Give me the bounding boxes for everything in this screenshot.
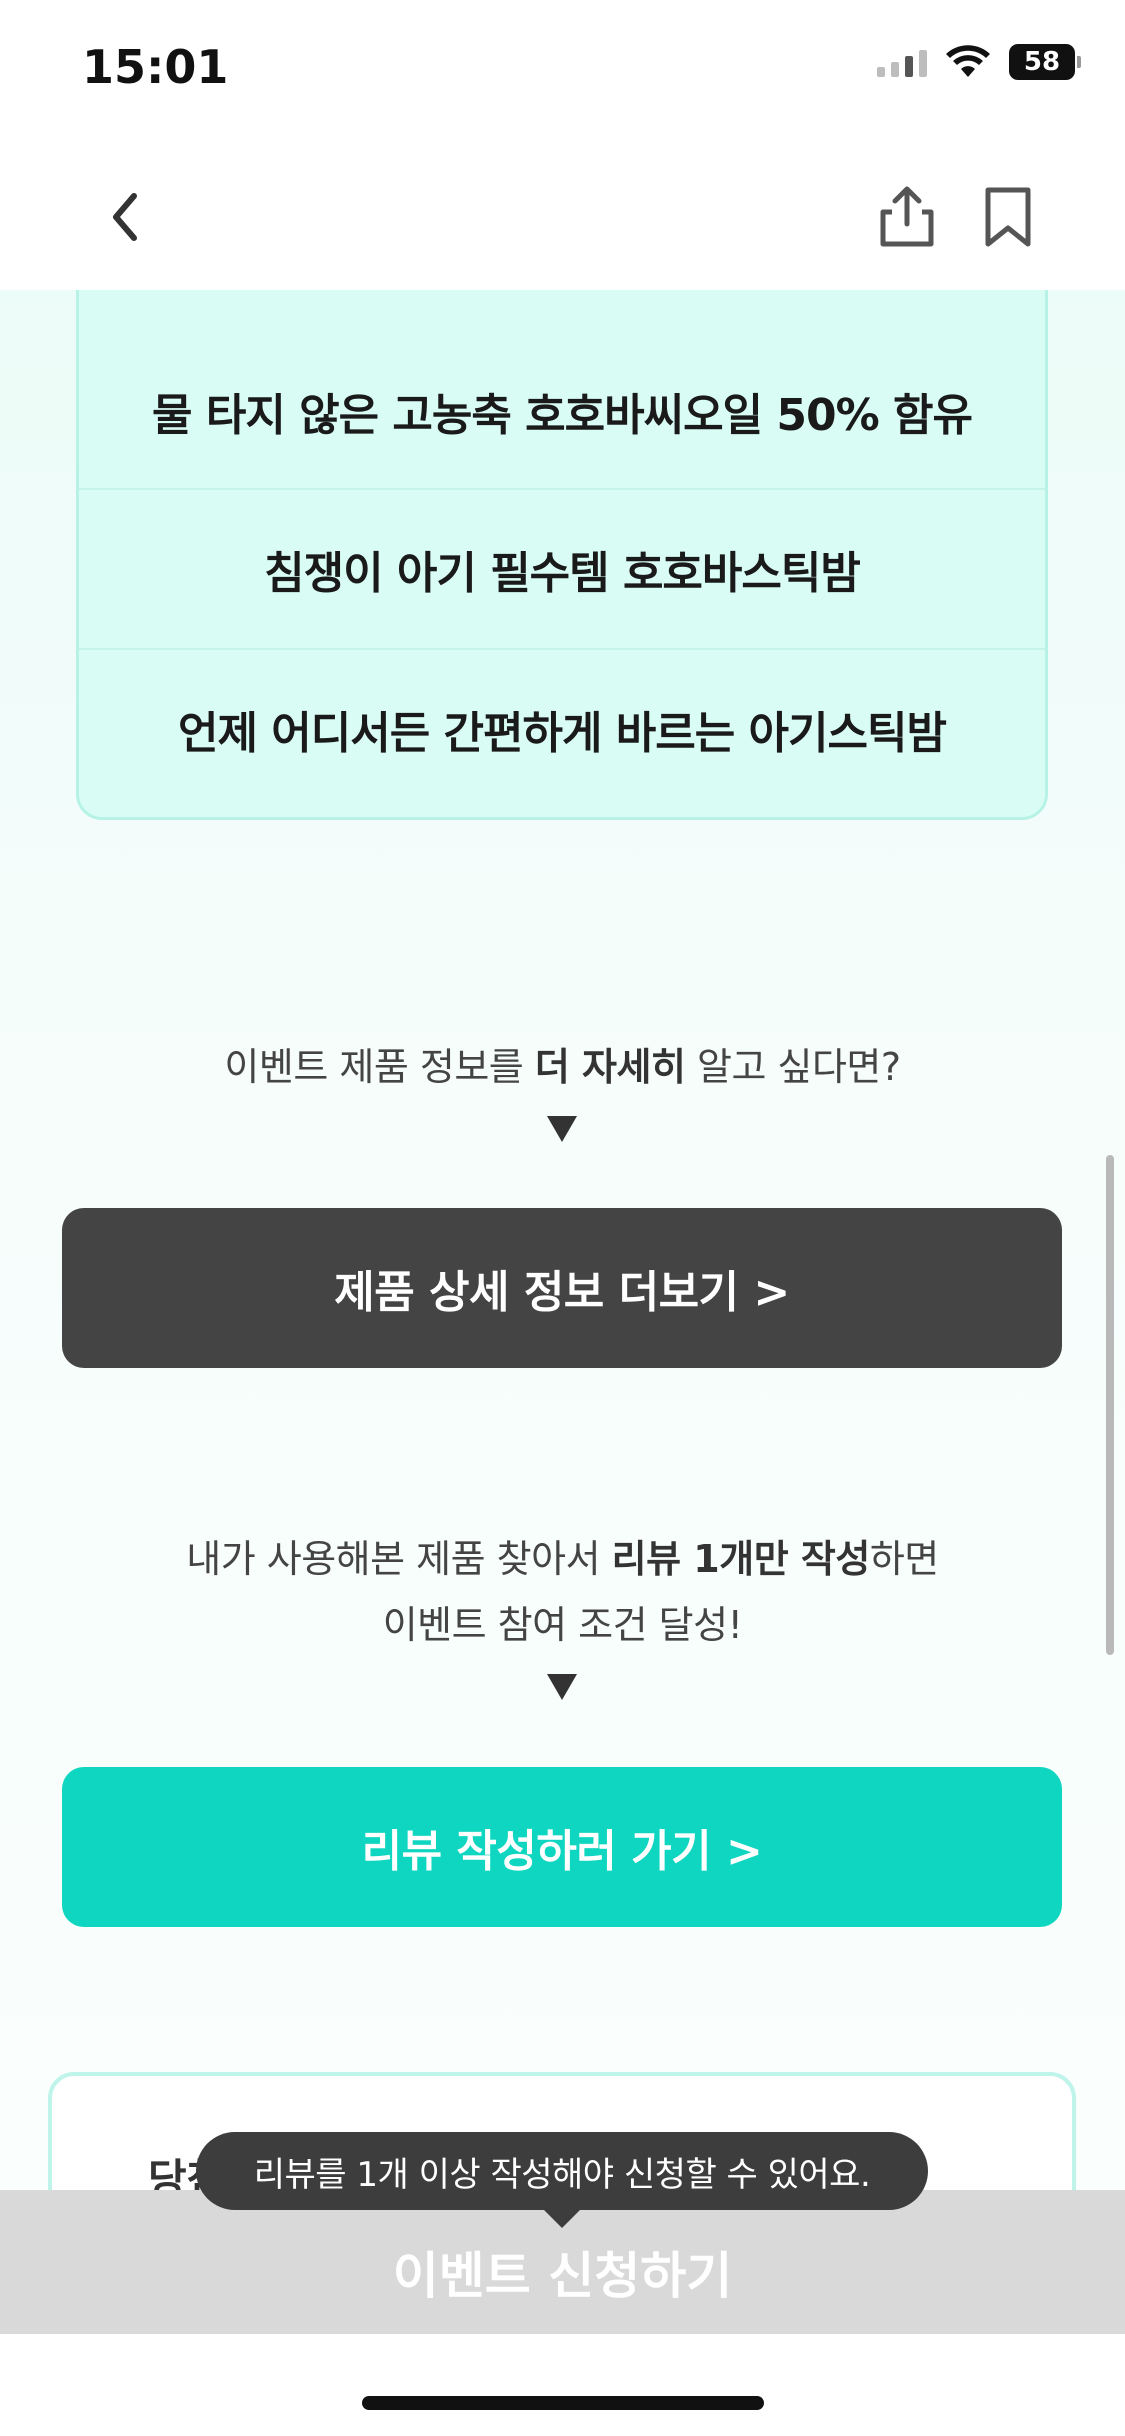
- battery-icon: 58: [1009, 44, 1081, 80]
- share-icon[interactable]: [872, 180, 942, 254]
- detail-info-text: 이벤트 제품 정보를 더 자세히 알고 싶다면?: [224, 1045, 901, 1089]
- status-bar: 15:01 58: [0, 0, 1125, 140]
- status-time: 15:01: [82, 40, 229, 94]
- feature-card: 물 타지 않은 고농축 호호바씨오일 50% 함유 침쟁이 아기 필수템 호호바…: [76, 260, 1048, 820]
- chevron-left-icon[interactable]: [98, 180, 152, 254]
- review-info-text: 내가 사용해본 제품 찾아서 리뷰 1개만 작성하면 이벤트 참여 조건 달성!: [0, 1526, 1125, 1658]
- feature-item: 언제 어디서든 간편하게 바르는 아기스틱밤: [178, 708, 947, 759]
- apply-event-label: 이벤트 신청하기: [392, 2247, 733, 2305]
- feature-item: 침쟁이 아기 필수템 호호바스틱밤: [79, 490, 1045, 650]
- cellular-signal-icon: [877, 47, 927, 77]
- review-required-tooltip: 리뷰를 1개 이상 작성해야 신청할 수 있어요.: [196, 2132, 928, 2228]
- arrow-down-icon: [547, 1674, 577, 1700]
- write-review-button[interactable]: 리뷰 작성하러 가기 >: [62, 1767, 1062, 1927]
- status-icons: 58: [877, 44, 1081, 80]
- product-detail-button[interactable]: 제품 상세 정보 더보기 >: [62, 1208, 1062, 1368]
- review-info-line2: 이벤트 참여 조건 달성!: [382, 1603, 743, 1647]
- feature-item: 물 타지 않은 고농축 호호바씨오일 50% 함유: [79, 263, 1045, 490]
- arrow-down-icon: [547, 1116, 577, 1142]
- home-indicator-area: [0, 2334, 1125, 2436]
- review-info-line1: 내가 사용해본 제품 찾아서 리뷰 1개만 작성하면: [186, 1537, 939, 1581]
- nav-bar: [0, 140, 1125, 290]
- battery-level: 58: [1023, 47, 1061, 77]
- home-indicator[interactable]: [362, 2396, 764, 2410]
- wifi-icon: [946, 45, 990, 77]
- scrollbar[interactable]: [1106, 1155, 1114, 1655]
- bookmark-icon[interactable]: [978, 180, 1038, 254]
